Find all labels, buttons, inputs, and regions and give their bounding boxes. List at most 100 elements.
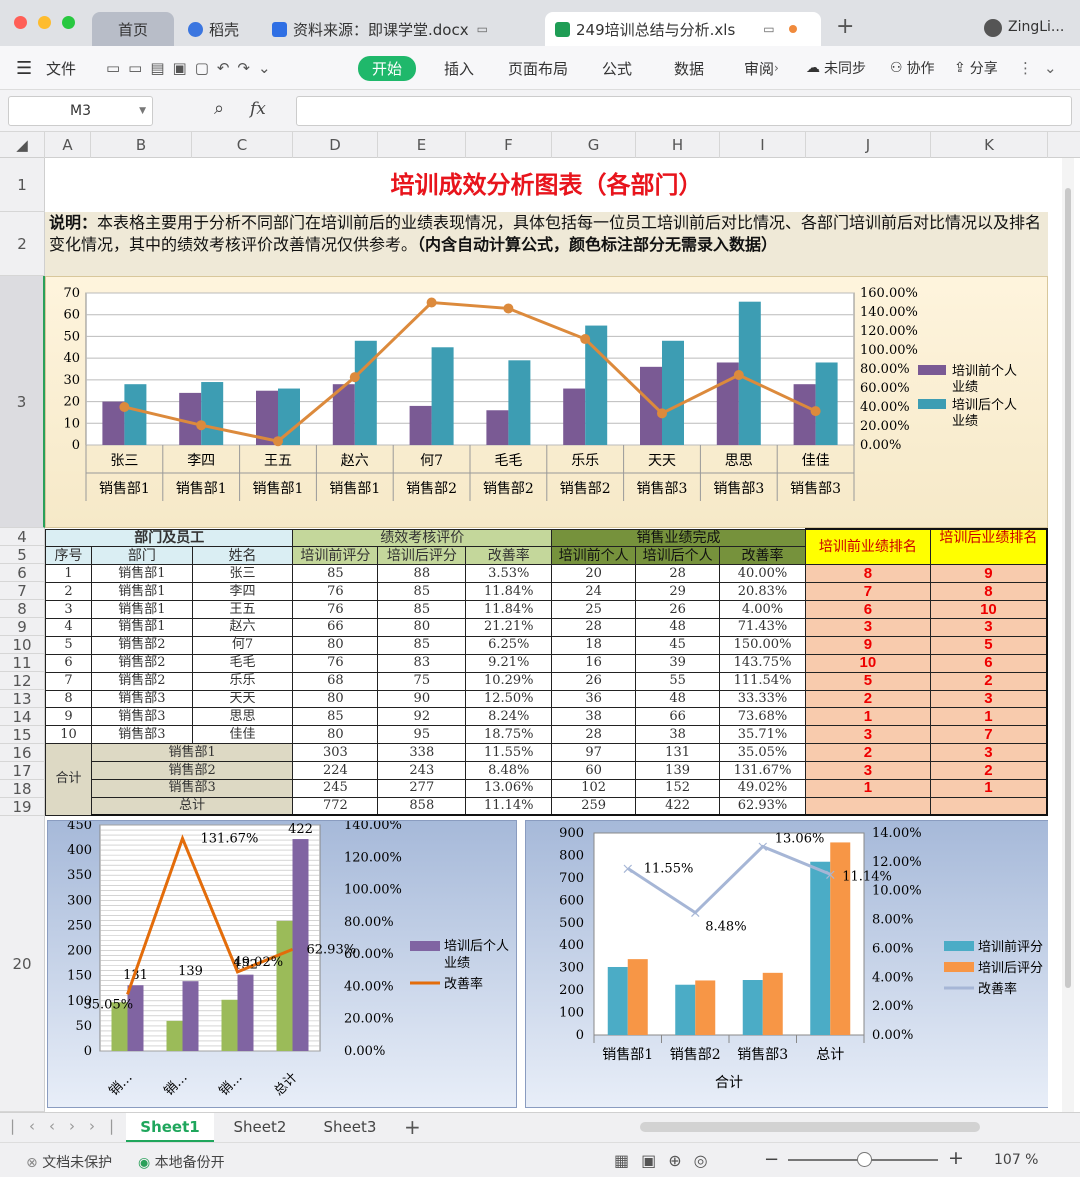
table-cell[interactable]: 总计 [90, 796, 294, 817]
table-cell[interactable]: 思思 [191, 707, 294, 727]
table-cell[interactable]: 5 [929, 635, 1048, 655]
row-header[interactable]: 4 [0, 528, 45, 546]
table-cell[interactable]: 92 [377, 707, 467, 727]
row-header[interactable]: 16 [0, 744, 45, 762]
table-cell[interactable]: 29 [635, 582, 721, 602]
table-row[interactable]: 10 销售部3 佳佳 80 95 18.75% 28 38 35.71% 3 7 [45, 725, 1048, 745]
row-header[interactable]: 11 [0, 654, 45, 672]
table-cell[interactable]: 90 [377, 689, 467, 709]
table-row[interactable]: 7 销售部2 乐乐 68 75 10.29% 26 55 111.54% 5 2 [45, 671, 1048, 691]
table-cell[interactable]: 62.93% [719, 796, 806, 817]
chart-dept-score[interactable]: 0 100 200 300 400 500 600 700 800 900 0.00% 2.00% 4.… [525, 820, 1048, 1108]
column-header[interactable]: K [931, 132, 1048, 158]
column-header[interactable]: J [806, 132, 931, 158]
row-header[interactable]: 18 [0, 780, 45, 798]
table-cell[interactable]: 2 [45, 582, 92, 602]
table-cell[interactable]: 28 [635, 564, 721, 584]
table-cell[interactable]: 1 [929, 778, 1048, 798]
row-header[interactable]: 5 [0, 546, 45, 564]
zoom-level[interactable]: 107 % [994, 1152, 1038, 1168]
column-header[interactable]: A [45, 132, 91, 158]
table-cell[interactable]: 85 [377, 582, 467, 602]
group-header[interactable]: 销售业绩完成 [551, 528, 806, 548]
minimize-window-button[interactable] [38, 16, 51, 29]
table-cell[interactable]: 1 [45, 564, 92, 584]
table-cell[interactable]: 18.75% [465, 725, 553, 745]
table-cell[interactable]: 10 [804, 653, 931, 673]
table-cell[interactable]: 40.00% [719, 564, 806, 584]
table-cell[interactable]: 销售部1 [90, 582, 193, 602]
table-cell[interactable]: 6 [804, 600, 931, 619]
table-cell[interactable]: 76 [292, 600, 379, 619]
column-header[interactable]: I [720, 132, 806, 158]
table-cell[interactable]: 102 [551, 778, 637, 798]
column-header-cell[interactable]: 序号 [45, 546, 92, 566]
ribbon-tab-start[interactable]: 开始 [358, 55, 417, 81]
table-cell[interactable]: 销售部3 [90, 725, 193, 745]
table-cell[interactable]: 55 [635, 671, 721, 691]
table-cell[interactable]: 97 [551, 743, 637, 763]
row-header[interactable]: 13 [0, 690, 45, 708]
row-header[interactable]: 3 [0, 276, 45, 528]
table-cell[interactable]: 80 [292, 635, 379, 655]
view-mode-icons[interactable]: ▦▣⊕◎ [614, 1151, 720, 1170]
sheet-tab-2[interactable]: Sheet2 [218, 1113, 302, 1142]
table-row[interactable]: 6 销售部2 毛毛 76 83 9.21% 16 39 143.75% 10 6 [45, 653, 1048, 673]
table-cell[interactable]: 139 [635, 761, 721, 780]
table-cell[interactable]: 10 [45, 725, 92, 745]
ribbon-tab-data[interactable]: 数据 [674, 46, 704, 90]
table-cell[interactable]: 9.21% [465, 653, 553, 673]
table-cell[interactable]: 李四 [191, 582, 294, 602]
table-cell[interactable]: 9 [804, 635, 931, 655]
file-menu[interactable]: 文件 [46, 46, 76, 90]
table-cell[interactable]: 245 [292, 778, 379, 798]
ribbon-tab-review[interactable]: 审阅 [744, 46, 774, 90]
table-cell[interactable]: 80 [292, 725, 379, 745]
menu-icon[interactable]: ☰ [16, 46, 32, 90]
table-cell[interactable]: 277 [377, 778, 467, 798]
row-header[interactable]: 12 [0, 672, 45, 690]
column-header[interactable]: D [293, 132, 378, 158]
group-header[interactable]: 部门及员工 [45, 528, 294, 548]
chevron-right-icon[interactable]: › [774, 46, 779, 90]
column-header-cell[interactable]: 姓名 [191, 546, 294, 566]
more-icon[interactable]: ⋮ [1018, 46, 1033, 90]
table-cell[interactable]: 21.21% [465, 617, 553, 637]
user-name[interactable]: ZingLi... [1008, 19, 1064, 35]
table-cell[interactable]: 销售部3 [90, 689, 193, 709]
table-cell[interactable]: 49.02% [719, 778, 806, 798]
zoom-out-icon[interactable]: − [764, 1149, 779, 1170]
table-cell[interactable]: 80 [377, 617, 467, 637]
column-header-cell[interactable]: 部门 [90, 546, 193, 566]
zoom-in-icon[interactable]: + [948, 1147, 964, 1169]
table-cell[interactable]: 1 [804, 707, 931, 727]
table-cell[interactable]: 83 [377, 653, 467, 673]
table-cell[interactable]: 66 [635, 707, 721, 727]
table-cell[interactable]: 24 [551, 582, 637, 602]
table-cell[interactable]: 85 [377, 635, 467, 655]
table-cell[interactable]: 11.55% [465, 743, 553, 763]
close-window-button[interactable] [14, 16, 27, 29]
table-cell[interactable]: 3 [804, 761, 931, 780]
chart-individual-performance[interactable]: 0 10 20 30 40 50 60 70 0.00% 20.00% 40.00% 60.00% 80… [45, 276, 1048, 528]
table-cell[interactable]: 销售部2 [90, 671, 193, 691]
table-cell[interactable]: 2 [929, 671, 1048, 691]
table-cell[interactable]: 11.84% [465, 582, 553, 602]
table-cell[interactable]: 25 [551, 600, 637, 619]
table-cell[interactable]: 销售部3 [90, 707, 193, 727]
table-cell[interactable]: 243 [377, 761, 467, 780]
table-cell[interactable]: 26 [551, 671, 637, 691]
column-header-cell[interactable]: 培训前评分 [292, 546, 379, 566]
summary-row[interactable]: 合计 销售部1 303 338 11.55% 97 131 35.05% 2 3 [45, 743, 1048, 816]
table-cell[interactable]: 38 [551, 707, 637, 727]
row-header[interactable]: 8 [0, 600, 45, 618]
table-cell[interactable]: 3.53% [465, 564, 553, 584]
table-cell[interactable]: 131 [635, 743, 721, 763]
table-cell[interactable]: 8.24% [465, 707, 553, 727]
table-cell[interactable]: 131.67% [719, 761, 806, 780]
table-cell[interactable]: 5 [45, 635, 92, 655]
table-cell[interactable]: 销售部2 [90, 761, 294, 780]
table-cell[interactable]: 王五 [191, 600, 294, 619]
table-cell[interactable]: 8 [45, 689, 92, 709]
table-cell[interactable]: 73.68% [719, 707, 806, 727]
